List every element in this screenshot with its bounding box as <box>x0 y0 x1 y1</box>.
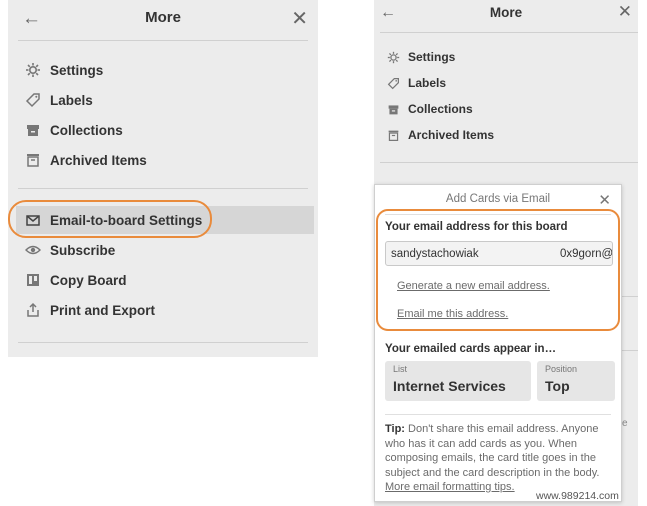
share-icon <box>16 302 50 318</box>
watermark: www.989214.com <box>536 490 619 502</box>
tip-prefix: Tip: <box>385 423 405 435</box>
eye-icon <box>16 242 50 258</box>
menu-header: ← More ✕ <box>8 0 318 40</box>
menu-item-subscribe[interactable]: Subscribe <box>16 236 314 264</box>
divider <box>18 342 308 343</box>
menu-item-label: Collections <box>408 102 473 116</box>
email-formatting-tips-link[interactable]: More email formatting tips. <box>385 481 515 493</box>
menu-item-collections[interactable]: Collections <box>378 97 628 121</box>
popover-title: Add Cards via Email <box>445 193 551 205</box>
menu-title: More <box>489 5 523 20</box>
more-menu-panel: ← More ✕ Settings Labels Collections Arc… <box>8 0 318 357</box>
archive-box-icon <box>16 122 50 138</box>
position-select[interactable]: Position Top <box>537 361 615 401</box>
menu-item-settings[interactable]: Settings <box>378 45 628 69</box>
menu-item-label: Labels <box>408 76 447 90</box>
divider <box>622 350 638 351</box>
menu-item-archived-items[interactable]: Archived Items <box>378 123 628 147</box>
tip-body: Don't share this email address. Anyone w… <box>385 423 600 479</box>
divider <box>380 32 638 33</box>
obscured-text-fragment: e <box>622 418 628 429</box>
list-select[interactable]: List Internet Services <box>385 361 531 401</box>
divider <box>622 296 638 297</box>
position-value: Top <box>545 378 570 394</box>
list-value: Internet Services <box>393 378 506 394</box>
menu-item-label: Copy Board <box>50 272 127 288</box>
menu-item-label: Archived Items <box>408 128 495 142</box>
board-icon <box>16 272 50 288</box>
highlight-annotation-ring <box>376 209 620 331</box>
menu-item-label: Archived Items <box>50 152 147 168</box>
list-caption: List <box>393 364 408 374</box>
menu-item-copy-board[interactable]: Copy Board <box>16 266 314 294</box>
menu-item-label: Settings <box>408 50 456 64</box>
divider <box>18 40 308 41</box>
gear-icon <box>16 62 50 78</box>
close-icon[interactable]: ✕ <box>618 2 632 22</box>
menu-item-label: Subscribe <box>50 242 116 258</box>
menu-item-labels[interactable]: Labels <box>16 86 314 114</box>
close-icon[interactable]: ✕ <box>291 6 308 31</box>
archive-tray-icon <box>16 152 50 168</box>
position-caption: Position <box>545 364 578 374</box>
menu-item-print-and-export[interactable]: Print and Export <box>16 296 314 324</box>
menu-item-label: Settings <box>50 62 104 78</box>
menu-item-archived-items[interactable]: Archived Items <box>16 146 314 174</box>
menu-item-label: Collections <box>50 122 123 138</box>
divider <box>380 162 638 163</box>
menu-item-settings[interactable]: Settings <box>16 56 314 84</box>
divider <box>18 188 308 189</box>
menu-item-collections[interactable]: Collections <box>16 116 314 144</box>
menu-item-labels[interactable]: Labels <box>378 71 628 95</box>
cards-appear-label: Your emailed cards appear in… <box>385 343 557 355</box>
menu-item-label: Print and Export <box>50 302 156 318</box>
menu-item-label: Labels <box>50 92 93 108</box>
gear-icon <box>378 51 408 64</box>
highlight-annotation-ring <box>8 200 212 238</box>
divider <box>385 414 611 415</box>
tip-text: Tip: Don't share this email address. Any… <box>385 422 615 495</box>
archive-tray-icon <box>378 129 408 142</box>
archive-box-icon <box>378 103 408 116</box>
tag-icon <box>378 77 408 90</box>
tag-icon <box>16 92 50 108</box>
close-icon[interactable]: ✕ <box>598 191 611 209</box>
menu-title: More <box>145 9 181 26</box>
